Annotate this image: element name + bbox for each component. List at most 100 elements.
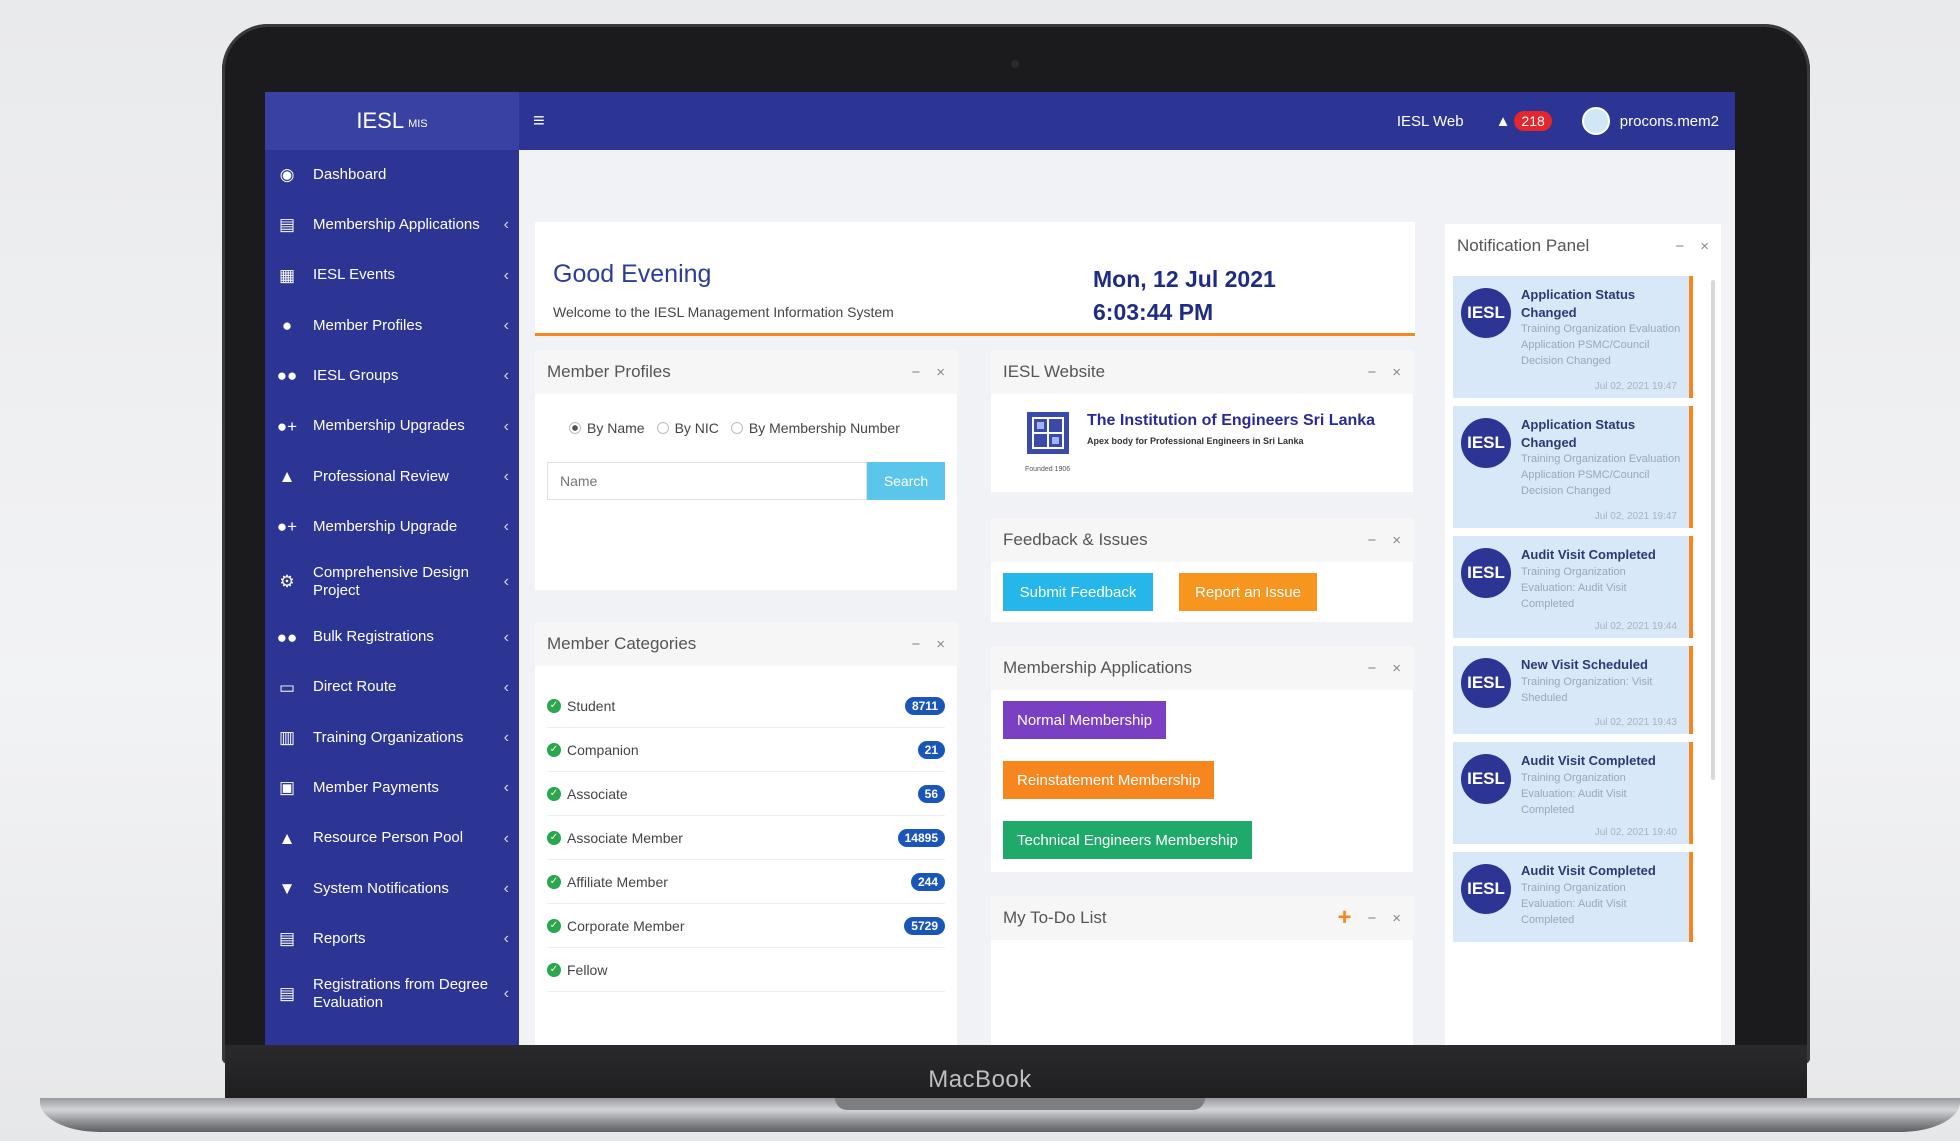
notification-card[interactable]: IESL Application Status Changed Training O…: [1453, 406, 1693, 528]
category-row[interactable]: ✓ Associate 56: [547, 772, 945, 816]
chevron-left-icon: ‹: [503, 417, 509, 435]
radio-by-name[interactable]: [569, 422, 581, 434]
group-icon: ●●: [276, 627, 298, 647]
sidebar-item[interactable]: ▤ Reports ‹: [265, 914, 519, 964]
sidebar-item-label: Member Payments: [313, 779, 439, 797]
bell-icon[interactable]: ▲: [1496, 113, 1511, 130]
close-icon[interactable]: ×: [1392, 910, 1401, 927]
sidebar-item[interactable]: ⚙ Comprehensive Design Project ‹: [265, 552, 519, 612]
notification-card[interactable]: IESL Application Status Changed Training O…: [1453, 276, 1693, 398]
camera-dot: [1011, 60, 1019, 68]
notification-count-badge[interactable]: 218: [1514, 111, 1552, 131]
notification-card[interactable]: IESL Audit Visit Completed Training Organi…: [1453, 742, 1693, 844]
panel-header: Notification Panel − ×: [1445, 224, 1721, 268]
minimize-icon[interactable]: −: [1367, 364, 1376, 381]
close-icon[interactable]: ×: [936, 636, 945, 653]
sidebar-item[interactable]: ▤ Registrations from Degree Evaluation ‹: [265, 964, 519, 1024]
category-row[interactable]: ✓ Fellow: [547, 948, 945, 992]
category-row[interactable]: ✓ Affiliate Member 244: [547, 860, 945, 904]
category-row[interactable]: ✓ Student 8711: [547, 684, 945, 728]
iesl-tagline: Apex body for Professional Engineers in …: [1087, 436, 1304, 446]
iesl-seal-icon[interactable]: [1025, 410, 1071, 462]
minimize-icon[interactable]: −: [1367, 910, 1376, 927]
sidebar-item-label: Comprehensive Design Project: [313, 563, 469, 600]
brand-logo[interactable]: IESL MIS: [265, 92, 519, 150]
add-todo-icon[interactable]: +: [1337, 904, 1351, 932]
category-row[interactable]: ✓ Associate Member 14895: [547, 816, 945, 860]
sidebar-item[interactable]: ● Member Profiles ‹: [265, 301, 519, 351]
close-icon[interactable]: ×: [1392, 532, 1401, 549]
category-row[interactable]: ✓ Companion 21: [547, 728, 945, 772]
sidebar-item[interactable]: ●● Bulk Registrations ‹: [265, 612, 519, 662]
file-icon: ▤: [278, 929, 296, 949]
iesl-logo-icon: IESL: [1461, 548, 1511, 598]
sidebar-item[interactable]: ◉ Dashboard: [265, 150, 519, 200]
technical-engineers-membership-button[interactable]: Technical Engineers Membership: [1003, 821, 1252, 859]
radio-by-nic[interactable]: [656, 422, 669, 434]
notification-card[interactable]: IESL Audit Visit Completed Training Organi…: [1453, 536, 1693, 638]
iesl-web-link[interactable]: IESL Web: [1397, 113, 1464, 130]
hamburger-menu-icon[interactable]: ≡: [533, 110, 545, 133]
minimize-icon[interactable]: −: [1675, 238, 1684, 255]
iesl-founded-label: Founded 1906: [1025, 466, 1071, 473]
submit-feedback-button[interactable]: Submit Feedback: [1003, 573, 1153, 611]
sidebar-item[interactable]: ▤ Membership Applications ‹: [265, 200, 519, 250]
laptop-base-notch: [835, 1098, 1205, 1110]
sidebar-item[interactable]: ▥ Training Organizations ‹: [265, 713, 519, 763]
normal-membership-button[interactable]: Normal Membership: [1003, 701, 1167, 739]
notification-scrollbar[interactable]: [1711, 280, 1715, 780]
minimize-icon[interactable]: −: [911, 364, 920, 381]
panel-header: Member Profiles − ×: [535, 350, 957, 394]
file-icon: ▤: [278, 215, 296, 235]
sidebar-menu: ◉ Dashboard ▤ Membership Applications ‹ ▦ IESL…: [265, 150, 519, 1024]
notification-time: Jul 02, 2021 19:43: [1594, 717, 1677, 728]
member-search-input[interactable]: [547, 462, 867, 500]
close-icon[interactable]: ×: [1392, 364, 1401, 381]
close-icon[interactable]: ×: [1392, 660, 1401, 677]
minimize-icon[interactable]: −: [1367, 660, 1376, 677]
sidebar-item[interactable]: ▭ Direct Route ‹: [265, 663, 519, 713]
category-count-badge: 8711: [904, 696, 945, 715]
category-label: Affiliate Member: [567, 873, 668, 890]
sidebar-item-label: Resource Person Pool: [313, 829, 464, 847]
sidebar-item[interactable]: ●+ Membership Upgrade ‹: [265, 502, 519, 552]
check-circle-icon: ✓: [547, 918, 561, 933]
sidebar-item-label: Reports: [313, 929, 366, 947]
reinstatement-membership-button[interactable]: Reinstatement Membership: [1003, 761, 1215, 799]
category-row[interactable]: ✓ Corporate Member 5729: [547, 904, 945, 948]
sidebar-item[interactable]: ●+ Membership Upgrades ‹: [265, 401, 519, 451]
notification-card[interactable]: IESL New Visit Scheduled Training Organiza…: [1453, 646, 1693, 734]
sidebar-item[interactable]: ●● IESL Groups ‹: [265, 351, 519, 401]
chevron-left-icon: ‹: [503, 367, 509, 385]
sidebar-item-label: Direct Route: [313, 678, 397, 696]
user-plus-icon: ●+: [276, 416, 298, 436]
close-icon[interactable]: ×: [936, 364, 945, 381]
radio-by-membership-number[interactable]: [730, 422, 743, 434]
minimize-icon[interactable]: −: [911, 636, 920, 653]
notification-time: Jul 02, 2021 19:44: [1594, 621, 1677, 632]
feedback-issues-panel: Feedback & Issues − × Submit Feedback Re…: [991, 518, 1413, 622]
sidebar-item[interactable]: ▦ IESL Events ‹: [265, 251, 519, 301]
minimize-icon[interactable]: −: [1367, 532, 1376, 549]
chevron-left-icon: ‹: [503, 628, 509, 646]
sidebar-item-label: Registrations from Degree Evaluation: [313, 975, 489, 1012]
member-search-button[interactable]: Search: [867, 462, 945, 500]
membership-applications-panel: Membership Applications − × Normal Membe…: [991, 646, 1413, 872]
notification-card[interactable]: IESL Audit Visit Completed Training Organi…: [1453, 852, 1693, 942]
sidebar-item-label: IESL Groups: [313, 366, 399, 384]
sidebar-item[interactable]: ▣ Member Payments ‹: [265, 763, 519, 813]
notification-title: Audit Visit Completed: [1521, 863, 1656, 878]
close-icon[interactable]: ×: [1700, 238, 1709, 255]
sidebar-item[interactable]: ▼ System Notifications ‹: [265, 864, 519, 914]
user-avatar[interactable]: [1581, 107, 1610, 135]
greeting-heading: Good Evening: [553, 260, 712, 288]
panel-header: Feedback & Issues − ×: [991, 518, 1413, 562]
username-link[interactable]: procons.mem2: [1620, 113, 1719, 130]
sidebar-item[interactable]: ▲ Professional Review ‹: [265, 452, 519, 502]
iesl-website-link[interactable]: The Institution of Engineers Sri Lanka: [1087, 412, 1375, 430]
notification-body: Training Organization: Visit Sheduled: [1521, 676, 1653, 704]
sidebar-item[interactable]: ▲ Resource Person Pool ‹: [265, 814, 519, 864]
user-plus-icon: ●+: [276, 517, 298, 537]
notification-title: Audit Visit Completed: [1521, 547, 1656, 562]
report-issue-button[interactable]: Report an Issue: [1179, 573, 1317, 611]
